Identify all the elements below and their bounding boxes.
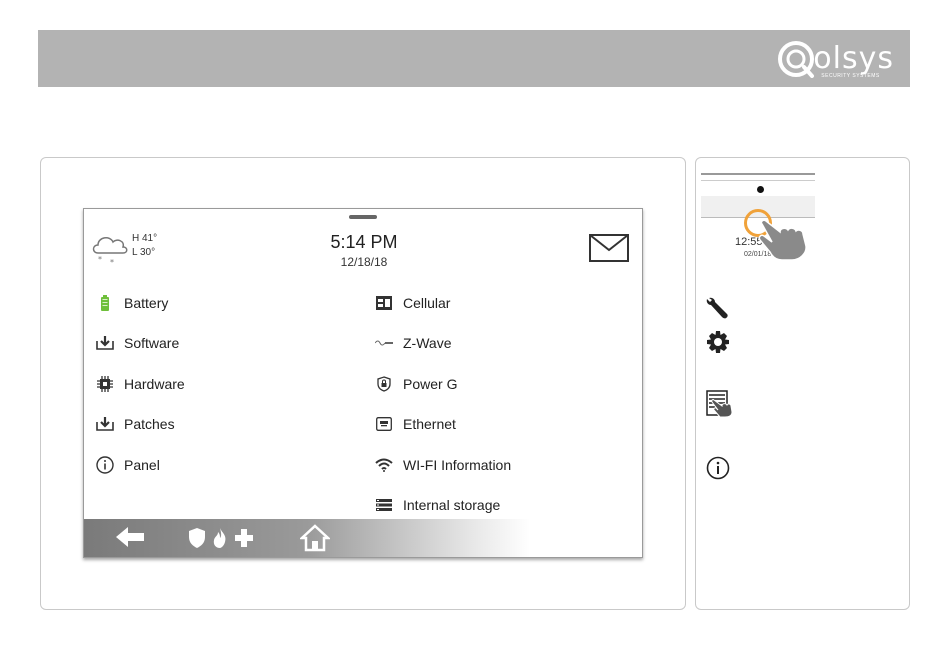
info-icon <box>96 456 114 474</box>
clock-time: 5:14 PM <box>330 232 398 252</box>
menu-item-label: Patches <box>124 416 175 432</box>
pointing-hand-icon <box>758 219 807 261</box>
touch-screen-icon[interactable] <box>706 390 734 418</box>
wifi-icon <box>375 456 393 474</box>
fire-icon[interactable] <box>212 528 228 548</box>
menu-item-patches[interactable]: Patches <box>96 413 175 435</box>
cellular-icon <box>375 294 393 312</box>
menu-item-ethernet[interactable]: Ethernet <box>375 413 456 435</box>
bottom-nav-bar <box>84 519 642 557</box>
zwave-icon <box>375 334 393 352</box>
pull-down-tab[interactable] <box>349 215 377 219</box>
menu-item-power-g[interactable]: Power G <box>375 373 457 395</box>
storage-icon <box>375 496 393 514</box>
menu-item-label: Battery <box>124 295 169 311</box>
menu-item-hardware[interactable]: Hardware <box>96 373 185 395</box>
menu-item-battery[interactable]: Battery <box>96 292 168 314</box>
qolsys-logo-mark-icon <box>778 41 815 78</box>
cloud-snow-icon: * * <box>92 237 128 267</box>
svg-text:*: * <box>98 255 102 264</box>
svg-text:*: * <box>110 258 114 267</box>
download-tray-icon <box>96 415 114 433</box>
menu-item-internal-storage[interactable]: Internal storage <box>375 494 500 516</box>
shield-lock-icon <box>375 375 393 393</box>
wrench-icon[interactable] <box>706 296 730 320</box>
chip-icon <box>96 375 114 393</box>
brand-name: olsys <box>813 41 894 76</box>
menu-item-label: Panel <box>124 457 160 473</box>
ethernet-icon <box>375 415 393 433</box>
menu-item-label: Internal storage <box>403 497 501 513</box>
brand-logo: olsys SECURITY SYSTEMS <box>777 39 894 79</box>
medical-cross-icon[interactable] <box>235 529 253 547</box>
mail-icon[interactable] <box>589 234 629 262</box>
back-arrow-icon[interactable] <box>116 527 146 547</box>
side-screen-edge <box>701 173 815 175</box>
download-tray-icon <box>96 334 114 352</box>
brand-subtitle: SECURITY SYSTEMS <box>821 73 880 79</box>
menu-item-label: Hardware <box>124 376 185 392</box>
menu-item-cellular[interactable]: Cellular <box>375 292 450 314</box>
panel-screen: * * H 41° L 30° 5:14 PM 12/18/18 Battery… <box>83 208 643 558</box>
menu-item-software[interactable]: Software <box>96 332 179 354</box>
camera-dot <box>757 186 764 193</box>
menu-item-label: WI-FI Information <box>403 457 512 473</box>
weather-low: L 30° <box>132 247 156 258</box>
weather-widget[interactable]: * * H 41° L 30° <box>90 227 170 267</box>
menu-item-label: Z-Wave <box>403 335 452 351</box>
menu-item-panel[interactable]: Panel <box>96 454 160 476</box>
menu-item-wifi[interactable]: WI-FI Information <box>375 454 511 476</box>
weather-high: H 41° <box>132 233 158 244</box>
menu-item-zwave[interactable]: Z-Wave <box>375 332 451 354</box>
info-icon[interactable] <box>706 456 730 480</box>
shield-icon[interactable] <box>189 528 205 548</box>
menu-item-label: Ethernet <box>403 416 456 432</box>
header-bar: olsys SECURITY SYSTEMS <box>38 30 910 87</box>
menu-item-label: Power G <box>403 376 458 392</box>
clock-date: 12/18/18 <box>340 255 388 269</box>
home-icon[interactable] <box>300 524 330 552</box>
menu-item-label: Cellular <box>403 295 451 311</box>
menu-item-label: Software <box>124 335 180 351</box>
side-screen-divider <box>701 180 815 181</box>
gear-icon[interactable] <box>706 331 730 355</box>
battery-icon <box>96 294 114 312</box>
